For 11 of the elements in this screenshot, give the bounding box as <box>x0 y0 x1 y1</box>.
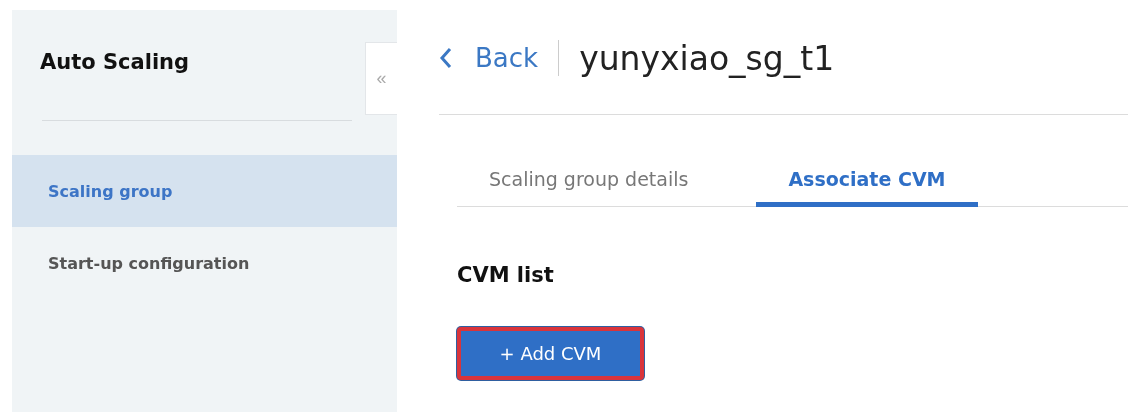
sidebar-item[interactable]: Scaling group <box>12 155 397 227</box>
chevron-left-icon <box>439 47 453 69</box>
section-title: CVM list <box>457 263 555 287</box>
collapse-button[interactable]: « <box>365 42 397 115</box>
tab[interactable]: Associate CVM <box>756 155 978 207</box>
page-title: yunyxiao_sg_t1 <box>579 38 835 78</box>
tab[interactable]: Scaling group details <box>457 155 721 207</box>
add-cvm-button[interactable]: + Add CVM <box>457 327 644 380</box>
sidebar-item[interactable]: Start-up configuration <box>12 227 397 299</box>
back-link[interactable]: Back <box>439 43 539 73</box>
sidebar-title: Auto Scaling <box>40 50 190 74</box>
